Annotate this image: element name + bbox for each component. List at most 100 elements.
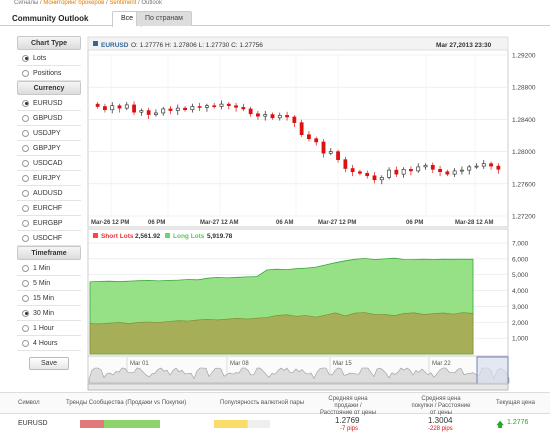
price-x-tick: Mar-28 12 AM bbox=[455, 220, 493, 226]
candle-body bbox=[132, 104, 136, 113]
price-x-tick: 06 PM bbox=[148, 220, 165, 226]
candle-body bbox=[190, 106, 195, 111]
navigator-range-handle[interactable] bbox=[476, 356, 509, 385]
price-y-tick: 1.27200 bbox=[512, 214, 536, 221]
short-legend-value: 2,561.92 bbox=[135, 233, 161, 240]
candle-body bbox=[219, 103, 224, 107]
col-popularity: Популярность валютной пары bbox=[220, 400, 305, 406]
candle-body bbox=[394, 169, 399, 175]
trend-sell-segment bbox=[80, 420, 104, 428]
navigator-scrollbar[interactable] bbox=[87, 383, 509, 391]
lots-y-tick: 5,000 bbox=[512, 272, 529, 279]
candle-body bbox=[117, 105, 122, 109]
lots-y-tick: 7,000 bbox=[512, 241, 529, 248]
candle-body bbox=[409, 169, 413, 172]
candle-body bbox=[438, 169, 442, 173]
avg-sell-price: 1.2769 bbox=[335, 416, 360, 425]
candle-body bbox=[256, 113, 260, 117]
candle-body bbox=[358, 171, 362, 174]
avg-buy-distance: -228 pips bbox=[428, 426, 453, 432]
lots-y-tick: 1,000 bbox=[512, 336, 529, 343]
lots-y-tick: 3,000 bbox=[512, 304, 529, 311]
candle-body bbox=[430, 164, 435, 170]
long-legend-label: Long Lots bbox=[173, 233, 205, 240]
candle-body bbox=[197, 106, 202, 108]
candle-body bbox=[110, 105, 115, 111]
row-symbol: EURUSD bbox=[18, 420, 48, 427]
candle-body bbox=[452, 170, 457, 175]
candle-body bbox=[212, 105, 217, 108]
table-header: Символ Тренды Сообщества (Продажи vs Пок… bbox=[0, 392, 550, 416]
candle-body bbox=[481, 163, 486, 167]
candle-body bbox=[379, 177, 384, 181]
candle-body bbox=[423, 164, 428, 168]
lots-y-tick: 4,000 bbox=[512, 288, 529, 295]
table-row[interactable]: EURUSD 1.2769 -7 pips 1.3004 -228 pips 🡅… bbox=[0, 414, 550, 434]
charts-area: EURUSD O: 1.27776 H: 1.27806 L: 1.27730 … bbox=[87, 36, 536, 391]
candle-body bbox=[489, 163, 493, 167]
symbol-marker bbox=[93, 41, 98, 46]
candle-body bbox=[387, 169, 391, 178]
price-x-tick: 06 PM bbox=[406, 220, 423, 226]
price-ohlc: O: 1.27776 H: 1.27806 L: 1.27730 C: 1.27… bbox=[131, 42, 263, 49]
candle-body bbox=[299, 122, 304, 135]
candle-body bbox=[372, 175, 377, 181]
candle-body bbox=[103, 106, 107, 111]
candle-body bbox=[445, 171, 450, 175]
col-current: Текущая цена bbox=[496, 400, 535, 406]
candle-body bbox=[307, 134, 311, 140]
candle-body bbox=[292, 116, 297, 123]
candle-body bbox=[460, 169, 464, 172]
navigator-label: Mar 01 bbox=[130, 361, 149, 367]
candle-body bbox=[263, 114, 268, 117]
candle-body bbox=[270, 114, 275, 119]
navigator-label: Mar 08 bbox=[230, 361, 249, 367]
short-legend-swatch bbox=[93, 233, 98, 238]
candle-body bbox=[401, 169, 406, 175]
price-y-tick: 1.28000 bbox=[512, 149, 536, 156]
current-price: 1.2776 bbox=[507, 419, 529, 426]
candle-body bbox=[343, 159, 348, 169]
candle-body bbox=[277, 115, 282, 119]
navigator-label: Mar 22 bbox=[432, 361, 451, 367]
candle-body bbox=[474, 165, 479, 168]
candle-body bbox=[161, 108, 166, 114]
price-y-tick: 1.28400 bbox=[512, 117, 536, 124]
candle-body bbox=[328, 151, 333, 154]
candle-body bbox=[146, 110, 151, 115]
popularity-bar bbox=[214, 420, 270, 428]
candle-body bbox=[234, 105, 238, 108]
lots-y-tick: 6,000 bbox=[512, 256, 529, 263]
candle-body bbox=[467, 166, 472, 171]
candle-body bbox=[154, 112, 158, 115]
price-x-tick: Mar-27 12 PM bbox=[318, 220, 356, 226]
avg-buy-price: 1.3004 bbox=[428, 416, 453, 425]
candle-body bbox=[248, 108, 253, 115]
candle-body bbox=[139, 110, 144, 113]
candle-body bbox=[285, 115, 289, 118]
candle-body bbox=[95, 103, 100, 107]
candle-body bbox=[226, 103, 231, 107]
candle-body bbox=[321, 141, 326, 154]
price-chart-frame bbox=[87, 36, 509, 228]
candle-body bbox=[365, 173, 370, 177]
price-symbol: EURUSD bbox=[101, 42, 129, 49]
price-timestamp: Mar 27,2013 23:30 bbox=[436, 42, 492, 49]
long-legend-swatch bbox=[165, 233, 170, 238]
candle-body bbox=[175, 107, 180, 111]
candle-body bbox=[496, 165, 501, 170]
price-x-tick: Mar-26 12 PM bbox=[91, 220, 129, 226]
avg-sell-distance: -7 pips bbox=[340, 426, 359, 432]
trend-buy-segment bbox=[104, 420, 160, 428]
long-legend-value: 5,919.78 bbox=[207, 233, 233, 240]
candle-body bbox=[241, 107, 246, 110]
candle-body bbox=[416, 166, 421, 172]
candle-body bbox=[183, 107, 187, 111]
short-legend-label: Short Lots bbox=[101, 233, 134, 240]
candle-body bbox=[124, 104, 129, 109]
navigator-label: Mar 15 bbox=[333, 361, 352, 367]
trend-bar bbox=[80, 420, 160, 428]
lots-y-tick: 2,000 bbox=[512, 320, 529, 327]
price-y-tick: 1.27600 bbox=[512, 181, 536, 188]
candle-body bbox=[314, 138, 319, 143]
